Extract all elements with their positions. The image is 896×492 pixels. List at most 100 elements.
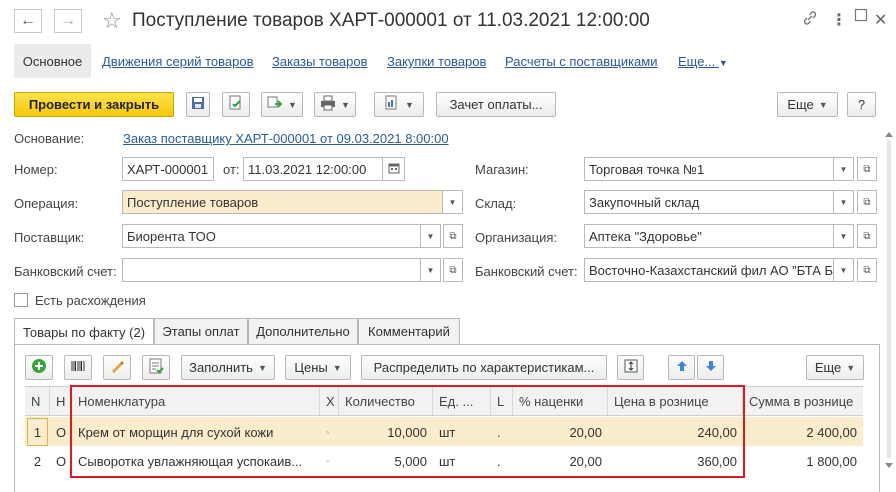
checklist-icon xyxy=(148,358,164,377)
move-up-button[interactable] xyxy=(668,355,695,380)
bank-account-field[interactable] xyxy=(122,258,421,282)
open-icon: ⧉ xyxy=(863,196,871,208)
star-icon[interactable]: ☆ xyxy=(102,9,122,33)
organization-open-button[interactable]: ⧉ xyxy=(857,224,877,248)
bank-account-label: Банковский счет: xyxy=(14,264,117,279)
warehouse-label: Склад: xyxy=(475,196,517,211)
org-bank-account-label: Банковский счет: xyxy=(475,264,578,279)
chevron-down-icon: ▼ xyxy=(846,362,856,373)
chevron-down-icon: ▼ xyxy=(332,362,342,373)
check-list-button[interactable] xyxy=(142,355,170,380)
operation-label: Операция: xyxy=(14,196,79,211)
link-more[interactable]: Еще... ▼ xyxy=(678,54,728,69)
warehouse-open-button[interactable]: ⧉ xyxy=(857,190,877,214)
vertical-scrollbar[interactable] xyxy=(884,130,894,470)
tab-goods-actual[interactable]: Товары по факту (2) xyxy=(14,318,154,345)
store-dropdown-button[interactable]: ▼ xyxy=(834,157,854,181)
arrow-down-icon xyxy=(705,360,717,375)
chevron-down-icon: ▼ xyxy=(426,265,435,275)
link-icon[interactable] xyxy=(802,10,818,31)
chevron-down-icon: ▼ xyxy=(839,231,848,241)
org-bank-account-dropdown-button[interactable]: ▼ xyxy=(834,258,854,282)
warehouse-field[interactable]: Закупочный склад xyxy=(584,190,834,214)
open-icon: ⧉ xyxy=(449,264,457,276)
link-goods-purchases[interactable]: Закупки товаров xyxy=(387,54,486,69)
calendar-button[interactable] xyxy=(383,157,405,181)
store-label: Магазин: xyxy=(475,162,529,177)
org-bank-account-field[interactable]: Восточно-Казахстанский фил АО "БТА Б xyxy=(584,258,834,282)
organization-dropdown-button[interactable]: ▼ xyxy=(834,224,854,248)
org-bank-account-open-button[interactable]: ⧉ xyxy=(857,258,877,282)
bank-account-open-button[interactable]: ⧉ xyxy=(443,258,463,282)
row-flag: О xyxy=(56,453,67,469)
more-actions-button[interactable]: Еще ▼ xyxy=(777,92,838,117)
pencil-icon xyxy=(109,358,125,377)
printer-icon xyxy=(320,95,336,114)
forward-button[interactable]: → xyxy=(54,9,82,33)
basis-label: Основание: xyxy=(14,131,85,146)
row-flag: О xyxy=(56,424,67,440)
barcode-button[interactable] xyxy=(64,355,92,380)
store-field[interactable]: Торговая точка №1 xyxy=(584,157,834,181)
move-down-button[interactable] xyxy=(697,355,724,380)
print-button[interactable]: ▼ xyxy=(314,92,356,117)
store-open-button[interactable]: ⧉ xyxy=(857,157,877,181)
operation-field[interactable]: Поступление товаров xyxy=(122,190,443,214)
post-and-close-button[interactable]: Провести и закрыть xyxy=(14,92,174,117)
chevron-down-icon: ▼ xyxy=(839,265,848,275)
supplier-dropdown-button[interactable]: ▼ xyxy=(421,224,441,248)
expand-icon[interactable] xyxy=(854,8,868,27)
col-header-flag[interactable]: Н xyxy=(50,387,72,415)
highlight-frame xyxy=(70,385,745,478)
chevron-down-icon: ▼ xyxy=(839,164,848,174)
number-field[interactable]: ХАРТ-000001 xyxy=(122,157,214,181)
prices-button[interactable]: Цены ▼ xyxy=(285,355,351,380)
distribute-by-characteristics-button[interactable]: Распределить по характеристикам... xyxy=(361,355,607,380)
col-header-n[interactable]: N xyxy=(25,387,50,415)
close-icon[interactable]: ✕ xyxy=(874,10,887,30)
tab-main[interactable]: Основное xyxy=(14,44,91,78)
create-based-icon xyxy=(267,95,283,114)
link-supplier-settlements[interactable]: Расчеты с поставщиками xyxy=(505,54,658,69)
organization-field[interactable]: Аптека "Здоровье" xyxy=(584,224,834,248)
chevron-down-icon: ▼ xyxy=(341,99,350,110)
supplier-label: Поставщик: xyxy=(14,230,85,245)
create-based-on-button[interactable]: ▼ xyxy=(261,92,303,117)
tab-comment[interactable]: Комментарий xyxy=(358,318,460,344)
reports-button[interactable]: ▼ xyxy=(374,92,424,117)
page-title: Поступление товаров ХАРТ-000001 от 11.03… xyxy=(132,10,650,31)
add-row-button[interactable] xyxy=(25,355,53,380)
more-vertical-icon[interactable]: ⋮ xyxy=(831,10,847,30)
chevron-down-icon: ▼ xyxy=(718,58,728,68)
supplier-field[interactable]: Биорента ТОО xyxy=(122,224,421,248)
discrepancies-checkbox[interactable] xyxy=(14,293,28,307)
open-icon: ⧉ xyxy=(863,264,871,276)
link-goods-orders[interactable]: Заказы товаров xyxy=(272,54,367,69)
date-field[interactable]: 11.03.2021 12:00:00 xyxy=(243,157,383,181)
table-more-button[interactable]: Еще ▼ xyxy=(806,355,864,380)
date-from-label: от: xyxy=(223,162,240,177)
help-button[interactable]: ? xyxy=(847,92,876,117)
post-document-icon xyxy=(228,95,244,114)
reports-icon xyxy=(384,95,400,114)
fill-button[interactable]: Заполнить ▼ xyxy=(181,355,275,380)
payment-offset-button[interactable]: Зачет оплаты... xyxy=(436,92,556,117)
operation-dropdown-button[interactable]: ▼ xyxy=(443,190,463,214)
basis-link[interactable]: Заказ поставщику ХАРТ-000001 от 09.03.20… xyxy=(123,131,449,146)
organization-label: Организация: xyxy=(475,230,558,245)
supplier-open-button[interactable]: ⧉ xyxy=(443,224,463,248)
save-button[interactable] xyxy=(186,92,210,117)
post-button[interactable] xyxy=(222,92,250,117)
link-series-movements[interactable]: Движения серий товаров xyxy=(102,54,253,69)
expand-table-button[interactable] xyxy=(617,355,644,380)
calendar-icon xyxy=(388,162,400,176)
chevron-down-icon: ▼ xyxy=(288,99,297,110)
back-button[interactable]: ← xyxy=(14,9,42,33)
col-header-retail-sum[interactable]: Сумма в рознице xyxy=(743,387,863,415)
pick-goods-button[interactable] xyxy=(103,355,131,380)
tab-payment-stages[interactable]: Этапы оплат xyxy=(154,318,248,344)
tab-additional[interactable]: Дополнительно xyxy=(248,318,358,344)
warehouse-dropdown-button[interactable]: ▼ xyxy=(834,190,854,214)
arrow-up-icon xyxy=(676,360,688,375)
bank-account-dropdown-button[interactable]: ▼ xyxy=(421,258,441,282)
